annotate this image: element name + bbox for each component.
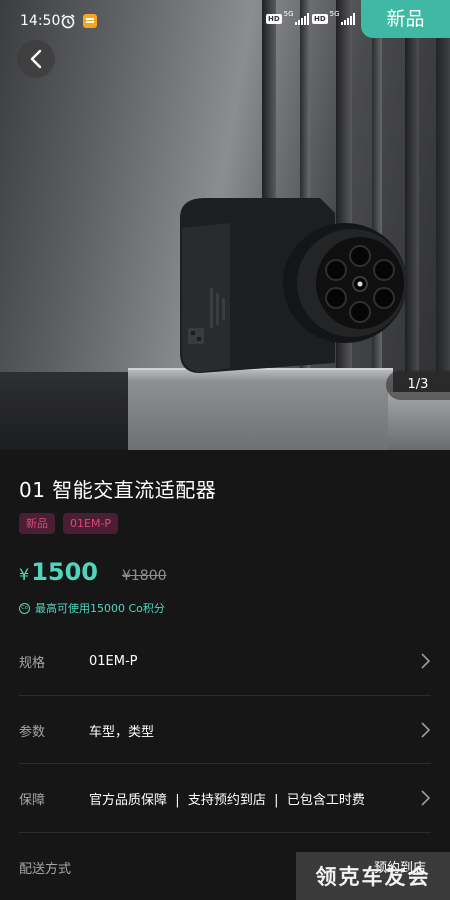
chevron-right-icon [421, 653, 431, 669]
delivery-label: 配送方式 [19, 861, 72, 877]
tag-model: 01EM-P [63, 513, 119, 534]
watermark-logo: 领克车友会 [296, 852, 450, 900]
hd-icon: HD [312, 14, 328, 24]
signal-bars-icon [294, 13, 309, 25]
product-tags: 新品 01EM-P [19, 513, 119, 534]
product-image[interactable] [0, 0, 450, 450]
original-price: ¥1800 [121, 568, 167, 584]
product-title: 01 智能交直流适配器 [19, 478, 217, 502]
image-counter: 1/3 [386, 370, 450, 400]
co-points-icon: Co [19, 602, 30, 614]
tag-new: 新品 [19, 513, 55, 534]
price-currency: ¥ [19, 565, 30, 584]
spec-label: 规格 [19, 655, 46, 671]
spec-row[interactable]: 规格 01EM-P [19, 627, 431, 695]
new-product-badge: 新品 [361, 0, 450, 38]
back-button[interactable] [17, 40, 55, 78]
guarantee-row[interactable]: 保障 官方品质保障 | 支持预约到店 | 已包含工时费 [19, 764, 431, 832]
price-row: ¥ 1500 ¥1800 [19, 558, 167, 586]
guarantee-label: 保障 [19, 792, 46, 808]
parameters-value: 车型，类型 [89, 724, 155, 740]
network-type: 5G [329, 10, 340, 18]
chevron-right-icon [421, 790, 431, 806]
parameters-row[interactable]: 参数 车型，类型 [19, 696, 431, 764]
notes-app-icon [83, 14, 97, 28]
display-pedestal-side [388, 392, 450, 450]
alarm-clock-icon [61, 14, 75, 29]
hd-icon: HD [266, 14, 282, 24]
points-text: 最高可使用15000 Co积分 [35, 602, 165, 615]
points-info: Co 最高可使用15000 Co积分 [19, 600, 165, 616]
sim1-signal: HD 5G [266, 10, 309, 25]
chevron-left-icon [30, 49, 42, 69]
charging-adapter-illustration [180, 198, 407, 373]
network-type: 5G [283, 10, 294, 18]
status-time: 14:50 [20, 13, 61, 29]
guarantee-value: 官方品质保障 | 支持预约到店 | 已包含工时费 [89, 792, 365, 808]
chevron-right-icon [421, 722, 431, 738]
current-price: 1500 [31, 558, 98, 586]
appointment-option[interactable]: 预约到店 [374, 857, 426, 876]
spec-value: 01EM-P [89, 653, 138, 669]
signal-bars-icon [340, 13, 355, 25]
parameters-label: 参数 [19, 724, 46, 740]
sim2-signal: HD 5G [312, 10, 355, 25]
